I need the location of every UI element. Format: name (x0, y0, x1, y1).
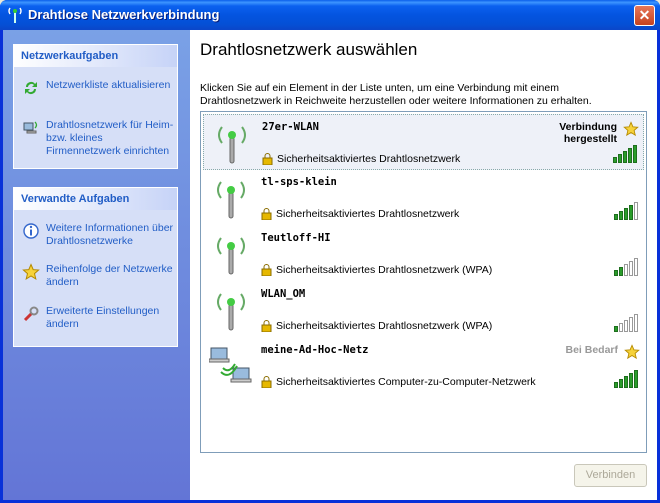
wireless-antenna-icon (217, 237, 245, 275)
signal-bar (613, 157, 617, 163)
signal-bar (634, 258, 638, 276)
signal-bar (618, 154, 622, 163)
network-status-line1: Bei Bedarf (565, 344, 618, 356)
network-security-label: Sicherheitsaktiviertes Computer-zu-Compu… (276, 376, 536, 388)
signal-bar (628, 148, 632, 163)
task-change-order-label: Reihenfolge der Netzwerke ändern (46, 263, 173, 288)
task-refresh-label: Netzwerkliste aktualisieren (46, 79, 171, 91)
related-tasks-box: Verwandte Aufgaben Weitere Informationen… (13, 187, 178, 347)
task-advanced-settings[interactable]: Erweiterte Einstellungen ändern (22, 305, 178, 331)
task-setup-network[interactable]: Drahtlosnetzwerk für Heim- bzw. kleines … (22, 119, 178, 158)
task-more-info-label: Weitere Informationen über Drahtlosnetzw… (46, 222, 174, 247)
main-pane: Drahtlosnetzwerk auswählen Klicken Sie a… (190, 30, 657, 500)
network-list[interactable]: 27er-WLAN Sicherheitsaktiviertes Drahtlo… (200, 111, 647, 453)
signal-bar (619, 267, 623, 276)
network-security-label: Sicherheitsaktiviertes Drahtlosnetzwerk (277, 153, 461, 165)
signal-bar (629, 373, 633, 388)
task-change-order[interactable]: Reihenfolge der Netzwerke ändern (22, 263, 178, 289)
signal-bar (619, 323, 623, 332)
window: Drahtlose Netzwerkverbindung ✕ Netzwerka… (0, 0, 660, 503)
preferred-star-icon (624, 344, 640, 360)
signal-bar (634, 370, 638, 388)
network-item-wlan-om[interactable]: WLAN_OM Sicherheitsaktiviertes Drahtlosn… (203, 282, 644, 338)
signal-bar (624, 320, 628, 332)
network-status-line1: Verbindung (559, 121, 617, 133)
intro-text: Klicken Sie auf ein Element in der Liste… (200, 82, 592, 107)
network-security-label: Sicherheitsaktiviertes Drahtlosnetzwerk … (276, 320, 493, 332)
network-tasks-box: Netzwerkaufgaben Netzwerkliste aktualisi… (13, 44, 178, 169)
lock-icon (261, 208, 272, 220)
network-tasks-title: Netzwerkaufgaben (14, 45, 177, 67)
lock-icon (261, 264, 272, 276)
close-button[interactable]: ✕ (634, 5, 655, 26)
preferred-star-icon (623, 121, 639, 137)
signal-bar (629, 317, 633, 332)
window-title: Drahtlose Netzwerkverbindung (28, 7, 220, 22)
signal-strength (614, 370, 638, 388)
network-status: Verbindung hergestellt (559, 121, 617, 145)
network-security: Sicherheitsaktiviertes Drahtlosnetzwerk (262, 153, 460, 165)
close-icon: ✕ (638, 7, 651, 23)
network-security: Sicherheitsaktiviertes Drahtlosnetzwerk … (261, 264, 492, 276)
info-icon (23, 223, 39, 239)
related-tasks-title: Verwandte Aufgaben (14, 188, 177, 210)
network-status: Bei Bedarf (565, 344, 618, 356)
signal-bar (624, 376, 628, 388)
signal-bar (633, 145, 637, 163)
signal-strength (614, 202, 638, 220)
network-item-tl-sps-klein[interactable]: tl-sps-klein Sicherheitsaktiviertes Drah… (203, 170, 644, 226)
wireless-antenna-icon (217, 181, 245, 219)
lock-icon (262, 153, 273, 165)
wireless-antenna-icon (217, 293, 245, 331)
connect-button[interactable]: Verbinden (574, 464, 647, 487)
task-more-info[interactable]: Weitere Informationen über Drahtlosnetzw… (22, 222, 178, 248)
network-security-label: Sicherheitsaktiviertes Drahtlosnetzwerk (276, 208, 460, 220)
network-setup-icon (23, 121, 38, 134)
wireless-network-icon (8, 7, 22, 23)
network-name: WLAN_OM (261, 288, 306, 300)
signal-bar (634, 314, 638, 332)
task-setup-label: Drahtlosnetzwerk für Heim- bzw. kleines … (46, 119, 174, 157)
network-name: Teutloff-HI (261, 232, 331, 244)
signal-bar (634, 202, 638, 220)
signal-strength (614, 258, 638, 276)
signal-bar (624, 264, 628, 276)
network-item-27er-wlan[interactable]: 27er-WLAN Sicherheitsaktiviertes Drahtlo… (203, 114, 644, 170)
signal-strength (613, 145, 637, 163)
network-status-line2: hergestellt (563, 133, 617, 145)
task-advanced-label: Erweiterte Einstellungen ändern (46, 305, 160, 330)
signal-bar (614, 382, 618, 388)
title-bar[interactable]: Drahtlose Netzwerkverbindung ✕ (0, 0, 660, 30)
window-content: Netzwerkaufgaben Netzwerkliste aktualisi… (3, 30, 657, 500)
network-name: meine-Ad-Hoc-Netz (261, 344, 369, 356)
wireless-antenna-icon (218, 126, 246, 164)
task-pane: Netzwerkaufgaben Netzwerkliste aktualisi… (3, 30, 190, 500)
network-security: Sicherheitsaktiviertes Drahtlosnetzwerk … (261, 320, 492, 332)
network-security: Sicherheitsaktiviertes Drahtlosnetzwerk (261, 208, 459, 220)
star-icon (22, 263, 40, 280)
lock-icon (261, 376, 272, 388)
network-security-label: Sicherheitsaktiviertes Drahtlosnetzwerk … (276, 264, 493, 276)
network-name: tl-sps-klein (261, 176, 337, 188)
refresh-icon (25, 82, 37, 94)
task-refresh-list[interactable]: Netzwerkliste aktualisieren (22, 79, 178, 97)
signal-bar (619, 379, 623, 388)
signal-bar (614, 326, 618, 332)
signal-bar (623, 151, 627, 163)
network-name: 27er-WLAN (262, 121, 319, 133)
network-item-meine-ad-hoc-netz[interactable]: meine-Ad-Hoc-Netz Sicherheitsaktiviertes… (203, 338, 644, 394)
computer-to-computer-icon (209, 347, 252, 383)
signal-bar (614, 214, 618, 220)
signal-bar (624, 208, 628, 220)
signal-strength (614, 314, 638, 332)
signal-bar (629, 205, 633, 220)
signal-bar (614, 270, 618, 276)
signal-bar (629, 261, 633, 276)
network-item-teutloff-hi[interactable]: Teutloff-HI Sicherheitsaktiviertes Draht… (203, 226, 644, 282)
network-security: Sicherheitsaktiviertes Computer-zu-Compu… (261, 376, 536, 388)
lock-icon (261, 320, 272, 332)
page-title: Drahtlosnetzwerk auswählen (200, 40, 418, 59)
signal-bar (619, 211, 623, 220)
tools-icon (23, 306, 39, 322)
